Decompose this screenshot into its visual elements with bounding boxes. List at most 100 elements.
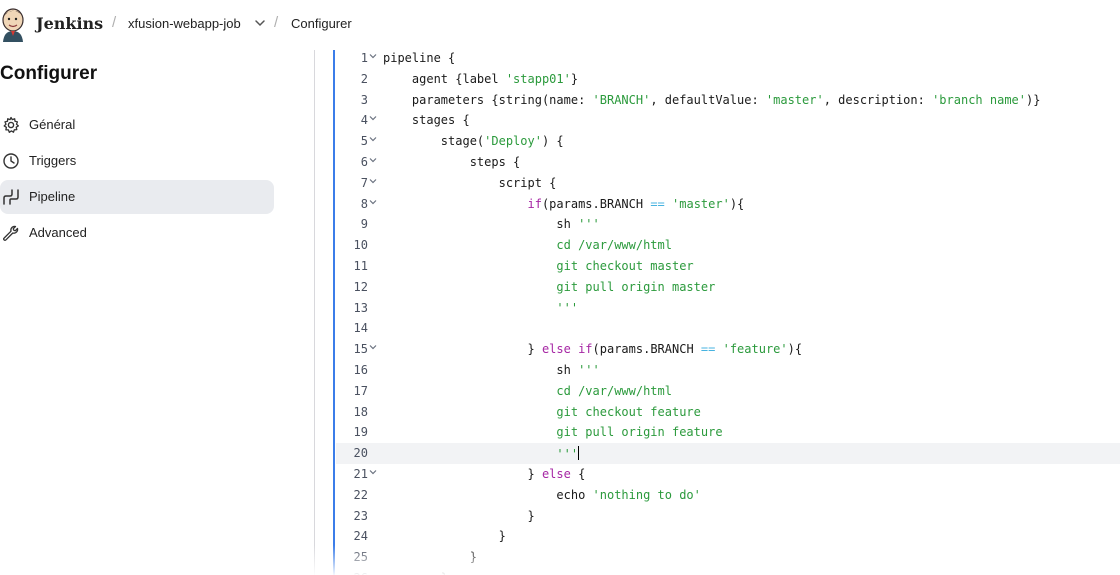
code-line[interactable]: 1 pipeline { [336,48,1120,69]
line-number: 15 [353,342,368,357]
code-token: stages { [383,113,470,128]
fold-chevron-icon[interactable] [369,177,377,185]
jenkins-logo-icon[interactable] [0,6,24,42]
code-text: } [383,508,535,523]
line-number: 8 [360,196,368,211]
editor-focus-indicator [333,50,335,575]
line-number: 11 [353,259,368,273]
code-text: parameters {string(name: 'BRANCH', defau… [383,92,1041,107]
line-number: 14 [353,321,368,336]
code-token: )} [1026,92,1041,107]
code-token: ''' [578,363,600,377]
code-token: parameters {string(name: [383,92,593,107]
code-token: cd /var/www/html [556,383,672,398]
line-number: 7 [360,175,368,190]
code-line[interactable]: 10 cd /var/www/html [336,235,1120,256]
code-text: steps { [383,155,521,169]
code-token: , description: [823,92,933,107]
code-line[interactable]: 15 } else if(params.BRANCH == 'feature')… [336,339,1120,360]
code-line[interactable]: 14 [336,318,1120,339]
sidebar-item-triggers[interactable]: Triggers [0,144,274,178]
code-line[interactable]: 2 agent {label 'stapp01'} [336,69,1120,90]
code-text: sh ''' [383,217,599,231]
code-token: == [700,342,716,357]
code-token: git pull origin master [556,279,716,294]
code-line[interactable]: 7 script { [336,173,1120,194]
sidebar-item-advanced[interactable]: Advanced [0,216,274,250]
code-line[interactable]: 18 git checkout feature [336,402,1120,423]
code-line[interactable]: 4 stages { [336,110,1120,131]
code-text: } else if(params.BRANCH == 'feature'){ [383,342,802,356]
fold-chevron-icon[interactable] [369,468,377,476]
code-line[interactable]: 3 parameters {string(name: 'BRANCH', def… [336,90,1120,111]
code-token: script { [383,175,557,190]
code-token: ) { [541,134,564,149]
clock-icon [3,153,19,169]
fold-chevron-icon[interactable] [369,156,377,164]
editor-bottom-fade [305,545,1120,575]
fold-chevron-icon[interactable] [369,135,377,143]
breadcrumb-configure[interactable]: Configurer [291,16,352,31]
breadcrumb-separator: / [112,14,117,31]
line-number: 2 [360,71,368,86]
code-text: echo 'nothing to do' [383,488,701,502]
code-line[interactable]: 13 ''' [336,298,1120,319]
page-title: Configurer [0,63,98,84]
sidebar-item-pipeline[interactable]: Pipeline [0,180,274,214]
breadcrumb-separator: / [274,14,279,31]
chevron-down-icon[interactable] [254,17,266,29]
code-token: 'BRANCH' [592,92,651,107]
code-token: agent {label [383,71,506,86]
code-line[interactable]: 11 git checkout master [336,256,1120,277]
code-line[interactable]: 21 } else { [336,464,1120,485]
line-number: 16 [353,363,368,377]
pipeline-script-editor[interactable]: 1 pipeline {2 agent {label 'stapp01'} 3 pa… [336,48,1120,575]
code-token: steps { [383,155,521,169]
wrench-icon [3,225,19,241]
code-line[interactable]: 6 steps { [336,152,1120,173]
code-text: } [383,529,506,543]
code-token: } [570,71,579,86]
code-text: cd /var/www/html [383,384,672,398]
sidebar-item-label: Triggers [29,153,77,168]
code-token: ){ [729,196,745,211]
line-number: 22 [353,487,368,502]
breadcrumb-job[interactable]: xfusion-webapp-job [128,16,241,31]
fold-chevron-icon[interactable] [369,343,377,351]
code-line[interactable]: 20 ''' [336,443,1120,465]
code-line[interactable]: 8 if(params.BRANCH == 'master'){ [336,194,1120,215]
fold-chevron-icon[interactable] [369,114,377,122]
code-line[interactable]: 22 echo 'nothing to do' [336,485,1120,506]
code-token: , defaultValue: [650,92,766,107]
fold-chevron-icon[interactable] [369,198,377,206]
brand-name[interactable]: Jenkins [36,14,103,33]
code-text: ''' [383,446,580,461]
code-line[interactable]: 17 cd /var/www/html [336,381,1120,402]
code-token: else if [541,342,593,357]
line-number: 3 [360,92,368,107]
code-line[interactable]: 19 git pull origin feature [336,422,1120,443]
code-line[interactable]: 5 stage('Deploy') { [336,131,1120,152]
code-token: } [383,508,535,523]
code-line[interactable]: 12 git pull origin master [336,277,1120,298]
line-number: 4 [360,113,368,128]
code-token: git checkout feature [556,404,701,419]
code-token: stage( [383,134,485,149]
code-line[interactable]: 16 sh ''' [336,360,1120,381]
code-line[interactable]: 9 sh ''' [336,214,1120,235]
code-text: stages { [383,113,470,127]
code-line[interactable]: 23 } [336,506,1120,527]
sidebar-item-general[interactable]: Général [0,108,274,142]
code-text: ''' [383,301,578,315]
fold-chevron-icon[interactable] [369,52,377,60]
code-token: 'Deploy' [484,134,542,149]
line-number: 24 [353,529,368,544]
code-token: } [383,529,506,544]
